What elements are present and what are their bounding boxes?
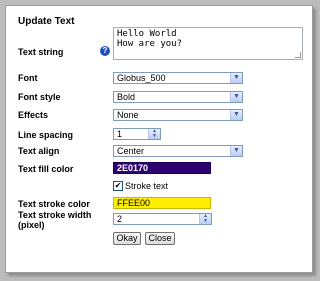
- resize-handle-icon[interactable]: [295, 52, 301, 58]
- stroke-width-label-line2: (pixel): [18, 220, 45, 230]
- spinner-arrows-icon[interactable]: ▲ ▼: [148, 129, 160, 139]
- stroke-text-checkbox[interactable]: ✔: [113, 181, 123, 191]
- update-text-dialog: Update Text Text string ? Hello World Ho…: [5, 5, 313, 273]
- chevron-down-icon[interactable]: ▼: [230, 110, 242, 120]
- text-align-value: Center: [117, 146, 145, 156]
- text-align-select[interactable]: Center ▼: [113, 145, 243, 157]
- font-style-value: Bold: [117, 92, 136, 102]
- close-button[interactable]: Close: [145, 232, 175, 245]
- line-spacing-spinner[interactable]: 1 ▲ ▼: [113, 128, 161, 140]
- chevron-down-icon[interactable]: ▼: [230, 92, 242, 102]
- stroke-color-label: Text stroke color: [18, 199, 90, 209]
- chevron-down-icon[interactable]: ▼: [230, 73, 242, 83]
- effects-label: Effects: [18, 110, 49, 120]
- effects-value: None: [117, 110, 139, 120]
- line-spacing-label: Line spacing: [18, 130, 74, 140]
- font-style-select[interactable]: Bold ▼: [113, 91, 243, 103]
- text-line-2: How are you?: [117, 39, 183, 49]
- help-icon[interactable]: ?: [100, 46, 110, 56]
- stroke-width-spinner[interactable]: 2 ▲ ▼: [113, 213, 212, 225]
- stroke-text-label: Stroke text: [125, 181, 169, 191]
- line-spacing-value: 1: [117, 129, 123, 139]
- text-string-label: Text string: [18, 47, 64, 57]
- dialog-title: Update Text: [18, 16, 75, 27]
- effects-select[interactable]: None ▼: [113, 109, 243, 121]
- okay-button[interactable]: Okay: [113, 232, 141, 245]
- fill-color-input[interactable]: 2E0170: [113, 162, 211, 174]
- fill-color-label: Text fill color: [18, 164, 74, 174]
- chevron-down-icon[interactable]: ▼: [230, 146, 242, 156]
- stroke-width-value: 2: [117, 214, 123, 224]
- text-align-label: Text align: [18, 146, 60, 156]
- font-value: Globus_500: [117, 73, 166, 83]
- text-string-input[interactable]: Hello World How are you?: [113, 27, 303, 60]
- stroke-color-input[interactable]: FFEE00: [113, 197, 211, 209]
- font-select[interactable]: Globus_500 ▼: [113, 72, 243, 84]
- text-line-1: Hello World: [117, 29, 177, 39]
- font-label: Font: [18, 73, 38, 83]
- spinner-arrows-icon[interactable]: ▲ ▼: [199, 214, 211, 224]
- font-style-label: Font style: [18, 92, 61, 102]
